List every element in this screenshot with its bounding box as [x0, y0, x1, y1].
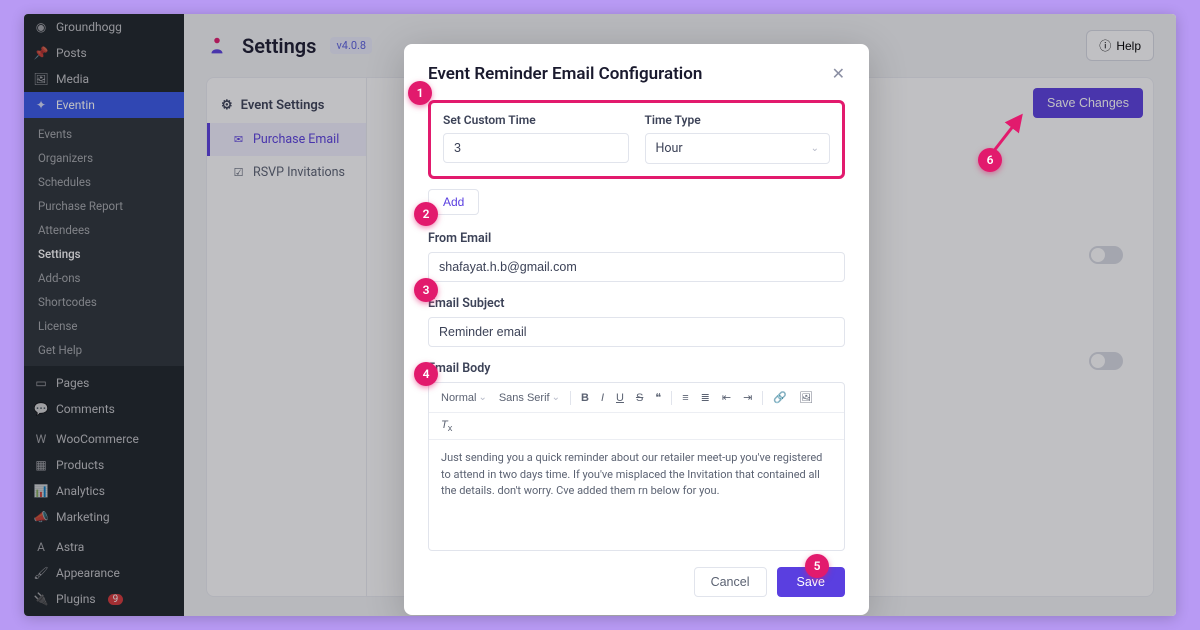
annotation-4: 4	[414, 362, 438, 386]
italic-button[interactable]: I	[597, 390, 608, 406]
font-select[interactable]: Sans Serif ⌄	[495, 390, 564, 406]
time-type-label: Time Type	[645, 113, 831, 127]
close-icon: ✕	[832, 66, 845, 83]
quote-icon: ❝	[655, 391, 661, 404]
custom-time-label: Set Custom Time	[443, 113, 629, 127]
annotation-6: 6	[978, 148, 1002, 172]
email-subject-input[interactable]	[428, 317, 845, 347]
reminder-email-modal: Event Reminder Email Configuration ✕ Set…	[404, 44, 869, 615]
ul-button[interactable]: ≣	[697, 389, 714, 406]
underline-button[interactable]: U	[612, 390, 628, 406]
time-type-select[interactable]: Hour ⌄	[645, 133, 831, 164]
format-select[interactable]: Normal ⌄	[437, 390, 491, 406]
strike-button[interactable]: S	[632, 390, 647, 406]
annotation-3: 3	[414, 278, 438, 302]
clear-format-icon: Tx	[441, 419, 452, 433]
chevron-down-icon: ⌄	[552, 392, 560, 403]
unordered-list-icon: ≣	[701, 391, 710, 404]
indent-icon: ⇥	[743, 391, 752, 404]
outdent-button[interactable]: ⇤	[718, 389, 735, 406]
from-email-label: From Email	[428, 231, 845, 246]
bold-button[interactable]: B	[577, 390, 593, 406]
close-button[interactable]: ✕	[832, 64, 845, 84]
custom-time-row: Set Custom Time Time Type Hour ⌄	[428, 100, 845, 179]
italic-icon: I	[601, 392, 604, 404]
quote-button[interactable]: ❝	[651, 389, 665, 406]
link-icon: 🔗	[773, 391, 787, 404]
email-subject-label: Email Subject	[428, 296, 845, 311]
outdent-icon: ⇤	[722, 391, 731, 404]
strike-icon: S	[636, 392, 643, 404]
underline-icon: U	[616, 392, 624, 404]
bold-icon: B	[581, 392, 589, 404]
indent-button[interactable]: ⇥	[739, 389, 756, 406]
cancel-button[interactable]: Cancel	[694, 567, 767, 597]
email-body-textarea[interactable]: Just sending you a quick reminder about …	[429, 440, 844, 550]
email-body-label: Email Body	[428, 361, 845, 376]
modal-title: Event Reminder Email Configuration	[428, 64, 702, 84]
annotation-1: 1	[408, 81, 432, 105]
clear-format-button[interactable]: Tx	[437, 417, 456, 435]
custom-time-input[interactable]	[443, 133, 629, 163]
link-button[interactable]: 🔗	[769, 389, 791, 406]
ol-button[interactable]: ≡	[678, 390, 692, 406]
annotation-2: 2	[414, 202, 438, 226]
app-window: ◉Groundhogg 📌Posts 🖼Media ✦Eventin Event…	[24, 14, 1176, 616]
editor-toolbar: Normal ⌄ Sans Serif ⌄ B I U S ❝ ≡ ≣ ⇤ ⇥ …	[429, 383, 844, 413]
annotation-5: 5	[805, 554, 829, 578]
chevron-down-icon: ⌄	[811, 143, 819, 154]
ordered-list-icon: ≡	[682, 392, 688, 404]
image-icon: 🖼	[799, 391, 813, 404]
from-email-input[interactable]	[428, 252, 845, 282]
rich-text-editor: Normal ⌄ Sans Serif ⌄ B I U S ❝ ≡ ≣ ⇤ ⇥ …	[428, 382, 845, 551]
chevron-down-icon: ⌄	[478, 392, 486, 403]
image-button[interactable]: 🖼	[795, 389, 817, 406]
